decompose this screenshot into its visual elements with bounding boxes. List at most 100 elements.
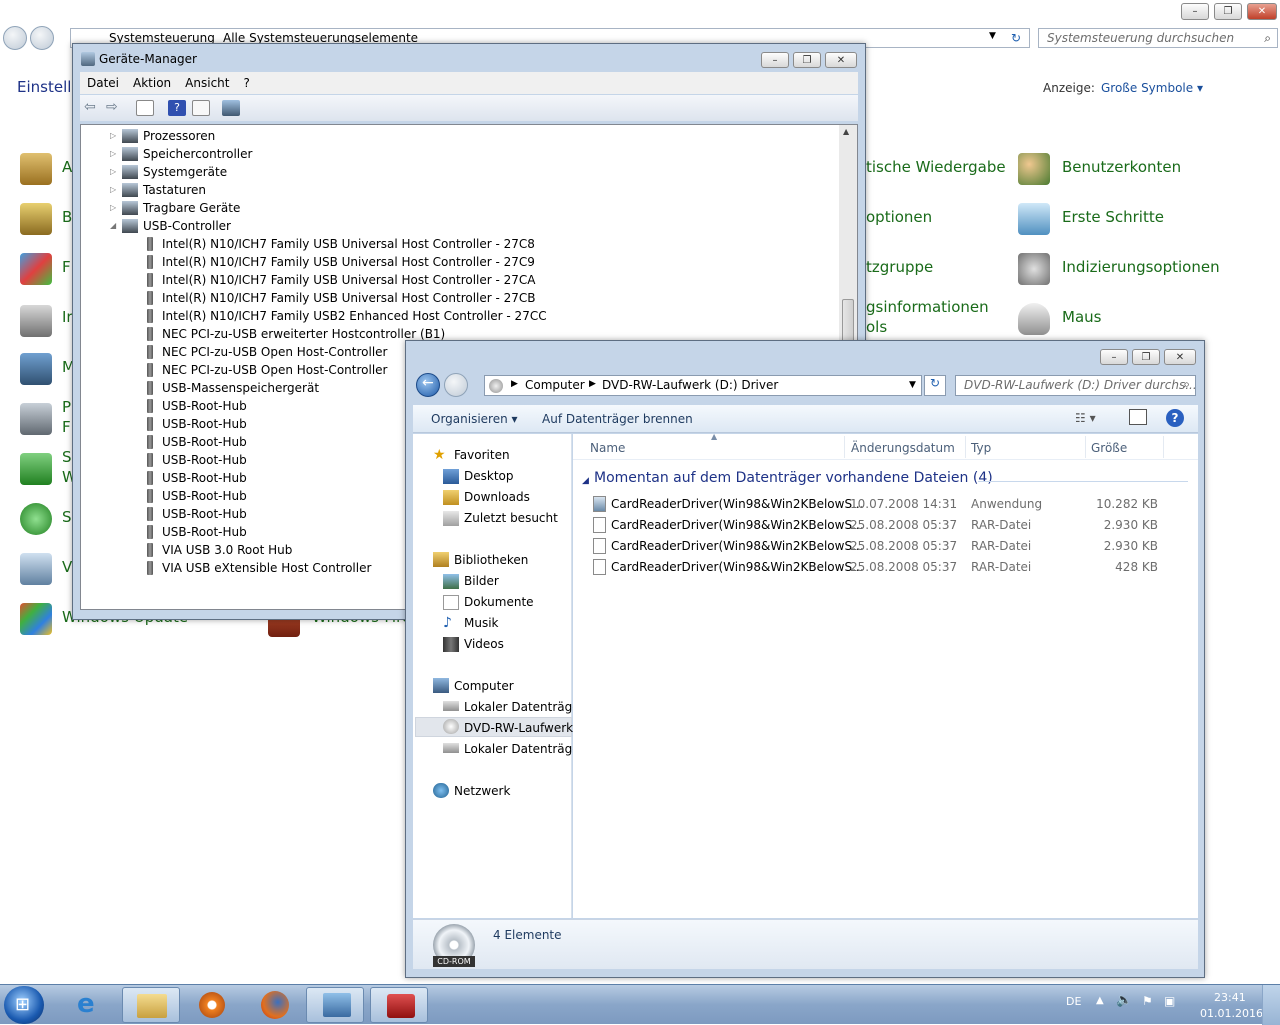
cp-item[interactable]: ols [866,318,887,336]
scroll-up-icon[interactable]: ▲ [843,127,849,136]
nav-music[interactable]: Musik [464,616,499,630]
cp-item[interactable]: S [62,508,72,526]
nav-dvd-drive[interactable]: DVD-RW-Laufwerk ( [464,721,582,735]
expand-icon[interactable]: ▷ [110,131,116,140]
cp-item-erste-schritte[interactable]: Erste Schritte [1062,208,1164,226]
network-icon[interactable]: ▣ [1164,994,1175,1008]
nav-local-disk-c[interactable]: Lokaler Datenträger [464,700,585,714]
collapse-icon[interactable]: ◢ [110,221,116,230]
cp-item[interactable]: P [62,398,71,416]
view-options-icon[interactable]: ☷ ▾ [1075,411,1096,425]
expand-icon[interactable]: ▷ [110,203,116,212]
help-icon[interactable]: ? [1166,409,1184,427]
cp-item[interactable]: F [62,418,71,436]
refresh-icon[interactable]: ↻ [1011,31,1021,45]
cp-item-benutzerkonten[interactable]: Benutzerkonten [1062,158,1181,176]
nav-pictures[interactable]: Bilder [464,574,499,588]
forward-icon[interactable]: ⇨ [106,100,124,116]
nav-videos[interactable]: Videos [464,637,504,651]
help-icon[interactable]: ? [168,100,186,116]
taskbar-firefox[interactable] [246,987,304,1023]
taskbar-media-player[interactable] [183,987,241,1023]
preview-pane-icon[interactable] [1129,409,1147,425]
menu-ansicht[interactable]: Ansicht [178,72,236,94]
nav-local-disk-e[interactable]: Lokaler Datenträger [464,742,585,756]
restore-button[interactable]: ❐ [1132,349,1160,365]
address-bar[interactable]: ▶ Computer ▶ DVD-RW-Laufwerk (D:) Driver… [484,375,922,396]
group-collapse-icon[interactable]: ◢ [582,476,589,486]
burn-button[interactable]: Auf Datenträger brennen [542,412,693,426]
breadcrumb-dvd[interactable]: DVD-RW-Laufwerk (D:) Driver [602,378,778,392]
start-button[interactable]: ⊞ [4,986,44,1024]
cp-item[interactable]: tische Wiedergabe [866,158,1006,176]
cp-item-maus[interactable]: Maus [1062,308,1101,326]
show-hidden-icons[interactable]: ▲ [1096,995,1104,1006]
cp-item[interactable]: gsinformationen [866,298,989,316]
column-date[interactable]: Änderungsdatum [851,441,955,455]
column-name[interactable]: Name [590,441,625,455]
expand-icon[interactable]: ▷ [110,149,116,158]
organize-button[interactable]: Organisieren ▾ [431,412,518,426]
close-button[interactable]: ✕ [825,52,857,68]
forward-icon[interactable] [30,26,54,50]
action-center-flag-icon[interactable]: ⚑ [1142,994,1153,1008]
search-input[interactable]: DVD-RW-Laufwerk (D:) Driver durchs... ⌕ [955,375,1196,396]
nav-network[interactable]: Netzwerk [454,784,510,798]
nav-desktop[interactable]: Desktop [464,469,514,483]
view-icon[interactable] [192,100,210,116]
restore-button[interactable]: ❐ [793,52,821,68]
menu-aktion[interactable]: Aktion [126,72,178,94]
volume-icon[interactable]: 🔈 [1116,993,1132,1008]
nav-computer[interactable]: Computer [454,679,514,693]
file-row[interactable]: CardReaderDriver(Win98&Win2KBelowS... 25.… [573,515,1198,536]
minimize-button[interactable]: – [1181,3,1209,20]
clock-date[interactable]: 01.01.2016 [1200,1007,1263,1020]
nav-downloads[interactable]: Downloads [464,490,530,504]
refresh-button[interactable]: ↻ [924,375,946,396]
expand-icon[interactable]: ▷ [110,185,116,194]
view-select[interactable]: Große Symbole ▾ [1101,81,1203,95]
restore-button[interactable]: ❐ [1214,3,1242,20]
back-icon[interactable]: ⇦ [84,100,102,116]
cp-item[interactable]: A [62,158,72,176]
breadcrumb-computer[interactable]: Computer [525,378,585,392]
scan-hardware-icon[interactable] [222,100,240,116]
menu-datei[interactable]: Datei [80,72,126,94]
close-button[interactable]: ✕ [1247,3,1277,20]
properties-icon[interactable] [136,100,154,116]
taskbar-explorer[interactable] [122,987,180,1023]
taskbar-device-manager[interactable] [370,987,428,1023]
forward-icon[interactable] [444,373,468,397]
file-row[interactable]: CardReaderDriver(Win98&Win2KBelowS... 25.… [573,536,1198,557]
cp-item[interactable]: tzgruppe [866,258,933,276]
taskbar-ie[interactable]: e [60,987,118,1023]
minimize-button[interactable]: – [761,52,789,68]
cp-item[interactable]: optionen [866,208,932,226]
minimize-button[interactable]: – [1100,349,1128,365]
column-size[interactable]: Größe [1091,441,1127,455]
taskbar-control-panel[interactable] [306,987,364,1023]
search-input[interactable]: Systemsteuerung durchsuchen ⌕ [1038,28,1278,48]
file-row[interactable]: CardReaderDriver(Win98&Win2KBelowS... 25.… [573,557,1198,578]
cp-item[interactable]: B [62,208,72,226]
cp-item[interactable]: Ir [62,308,73,326]
expand-icon[interactable]: ▷ [110,167,116,176]
clock-time[interactable]: 23:41 [1214,991,1246,1004]
show-desktop-button[interactable] [1262,985,1280,1025]
cp-item[interactable]: S [62,448,72,466]
back-icon[interactable]: ← [416,373,440,397]
column-type[interactable]: Typ [971,441,991,455]
language-indicator[interactable]: DE [1066,995,1081,1008]
dropdown-icon[interactable]: ▼ [989,31,996,41]
back-icon[interactable] [3,26,27,50]
dropdown-icon[interactable]: ▼ [909,380,916,390]
cp-item[interactable]: F [62,258,71,276]
close-button[interactable]: ✕ [1164,349,1196,365]
cp-item[interactable]: V [62,558,72,576]
nav-favorites[interactable]: Favoriten [454,448,510,462]
nav-recent[interactable]: Zuletzt besucht [464,511,558,525]
cp-item-indizierung[interactable]: Indizierungsoptionen [1062,258,1220,276]
menu-help[interactable]: ? [236,72,256,94]
file-row[interactable]: CardReaderDriver(Win98&Win2KBelowS... 10.… [573,494,1198,515]
nav-libraries[interactable]: Bibliotheken [454,553,528,567]
